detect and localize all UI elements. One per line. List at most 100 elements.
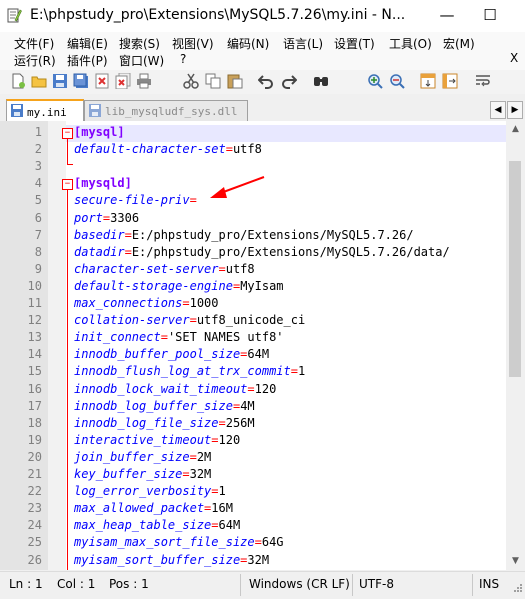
maximize-button[interactable]: ☐: [470, 0, 510, 32]
print-icon[interactable]: [136, 73, 152, 89]
redo-icon[interactable]: [281, 73, 297, 89]
tab-scroll-right-button[interactable]: ▶: [507, 101, 523, 119]
word-wrap-icon[interactable]: [475, 73, 491, 89]
code-line: max_heap_table_size=64M: [74, 518, 240, 532]
menu-view[interactable]: 视图(V): [172, 35, 214, 52]
zoom-in-icon[interactable]: [367, 73, 383, 89]
ini-value: E:/phpstudy_pro/Extensions/MySQL5.7.26/d…: [131, 244, 450, 259]
ini-key: datadir: [74, 244, 125, 259]
ini-value: 2M: [196, 449, 212, 464]
ini-key: join_buffer_size: [74, 449, 190, 464]
menu-settings[interactable]: 设置(T): [334, 35, 375, 52]
zoom-out-icon[interactable]: [389, 73, 405, 89]
close-all-icon[interactable]: [115, 73, 131, 89]
line-number: 3: [34, 159, 42, 174]
code-line: default-storage-engine=MyIsam: [74, 279, 284, 293]
line-number: 10: [27, 278, 42, 293]
ini-value: 3306: [110, 210, 140, 225]
menu-tools[interactable]: 工具(O): [389, 35, 432, 52]
minimize-button[interactable]: —: [427, 0, 467, 32]
code-line: port=3306: [74, 211, 139, 225]
ini-value: 256M: [225, 415, 255, 430]
status-encoding[interactable]: UTF-8: [359, 577, 394, 591]
notepad-plus-plus-icon: [7, 8, 22, 23]
scrollbar-thumb[interactable]: [509, 161, 521, 377]
ini-equals: =: [160, 330, 168, 345]
vertical-scrollbar[interactable]: ▲ ▼: [506, 121, 525, 570]
copy-icon[interactable]: [205, 73, 221, 89]
new-file-icon[interactable]: [10, 73, 26, 89]
tab-my-ini[interactable]: my.ini: [6, 99, 84, 123]
code-line: innodb_lock_wait_timeout=120: [74, 382, 276, 396]
menu-file[interactable]: 文件(F): [14, 35, 54, 52]
saved-file-icon: [11, 104, 23, 117]
open-file-icon[interactable]: [31, 73, 47, 89]
ini-equals: =: [218, 415, 226, 430]
ini-key: innodb_log_file_size: [74, 415, 219, 430]
tab-lib-mysqludf-sys-dll[interactable]: lib_mysqludf_sys.dll: [84, 100, 248, 121]
ini-key: key_buffer_size: [74, 467, 183, 481]
menu-encoding[interactable]: 编码(N): [227, 35, 269, 52]
ini-equals: =: [218, 261, 226, 276]
line-number: 1: [34, 125, 42, 139]
sync-horizontal-icon[interactable]: [442, 73, 458, 89]
ini-value: 120: [218, 432, 241, 447]
title-bar: E:\phpstudy_pro\Extensions\MySQL5.7.26\m…: [0, 0, 525, 32]
find-icon[interactable]: [313, 73, 329, 89]
save-icon[interactable]: [52, 73, 68, 89]
sync-vertical-icon[interactable]: [420, 73, 436, 89]
text-editor[interactable]: 1 [mysql] 2 default-character-set=utf8 3 4 [my…: [0, 121, 506, 570]
code-line: myisam_sort_buffer_size=32M: [74, 553, 269, 567]
line-number: 8: [34, 244, 42, 259]
undo-icon[interactable]: [258, 73, 274, 89]
menu-run[interactable]: 运行(R): [14, 52, 56, 69]
ini-value: 64M: [247, 347, 270, 362]
menu-macro[interactable]: 宏(M): [443, 35, 475, 52]
ini-equals: =: [290, 364, 298, 379]
code-line: max_allowed_packet=16M: [74, 501, 233, 515]
ini-key: innodb_log_buffer_size: [74, 398, 233, 413]
ini-value: 32M: [189, 467, 212, 481]
save-all-icon[interactable]: [73, 73, 89, 89]
ini-value: utf8_unicode_ci: [196, 313, 306, 328]
line-number: 15: [27, 364, 42, 379]
line-number: 20: [27, 449, 42, 464]
menu-help[interactable]: ?: [180, 52, 186, 66]
ini-value: 32M: [247, 552, 270, 567]
status-column: Col : 1: [57, 577, 96, 591]
close-document-button[interactable]: X: [510, 51, 518, 65]
line-number: 16: [27, 381, 42, 396]
ini-equals: =: [182, 296, 190, 310]
line-number: 12: [27, 313, 42, 328]
ini-section-header: [mysql]: [74, 125, 125, 139]
status-eol[interactable]: Windows (CR LF): [249, 577, 350, 591]
ini-value: 4M: [240, 398, 255, 413]
code-line: innodb_buffer_pool_size=64M: [74, 347, 269, 361]
menu-edit[interactable]: 编辑(E): [67, 35, 108, 52]
ini-key: innodb_flush_log_at_trx_commit: [74, 364, 291, 379]
ini-value: 64G: [261, 535, 284, 550]
tab-label: my.ini: [27, 106, 67, 119]
menu-window[interactable]: 窗口(W): [119, 52, 164, 69]
code-line: init_connect='SET NAMES utf8': [74, 330, 284, 344]
ini-value: 64M: [218, 518, 241, 533]
tab-scroll-left-button[interactable]: ◀: [490, 101, 506, 119]
ini-key: secure-file-priv: [74, 193, 190, 208]
code-line: basedir=E:/phpstudy_pro/Extensions/MySQL…: [74, 228, 414, 242]
close-file-icon[interactable]: [94, 73, 110, 89]
scroll-up-button[interactable]: ▲: [506, 121, 525, 138]
paste-icon[interactable]: [227, 73, 243, 89]
menu-plugins[interactable]: 插件(P): [67, 52, 108, 69]
cut-icon[interactable]: [183, 73, 199, 89]
line-number: 18: [27, 415, 42, 430]
menu-search[interactable]: 搜索(S): [119, 35, 160, 52]
tab-label: lib_mysqludf_sys.dll: [105, 105, 238, 118]
scroll-down-button[interactable]: ▼: [506, 553, 525, 570]
line-number: 21: [27, 467, 42, 481]
status-insert-mode[interactable]: INS: [479, 577, 499, 591]
ini-value: 1000: [189, 296, 219, 310]
menu-language[interactable]: 语言(L): [283, 35, 323, 52]
line-number: 2: [34, 142, 42, 157]
resize-grip-icon[interactable]: [512, 582, 523, 593]
ini-key: character-set-server: [74, 261, 219, 276]
